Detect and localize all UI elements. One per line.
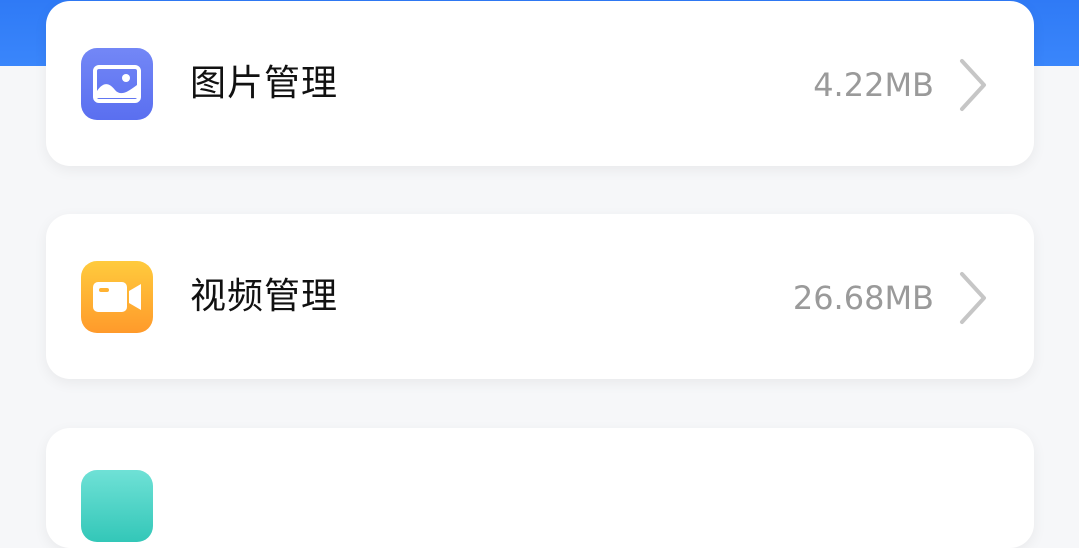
chevron-right-icon (960, 59, 986, 111)
app-icon (81, 470, 153, 542)
list-item-partial[interactable] (46, 428, 1034, 548)
list-item-image-management[interactable]: 图片管理 4.22MB (46, 1, 1034, 166)
item-size: 26.68MB (792, 279, 934, 317)
chevron-right-icon (960, 272, 986, 324)
item-label: 视频管理 (190, 276, 339, 317)
item-label: 图片管理 (190, 63, 339, 104)
video-icon (81, 261, 153, 333)
list-item-video-management[interactable]: 视频管理 26.68MB (46, 214, 1034, 379)
item-size: 4.22MB (813, 66, 934, 104)
image-icon (81, 48, 153, 120)
